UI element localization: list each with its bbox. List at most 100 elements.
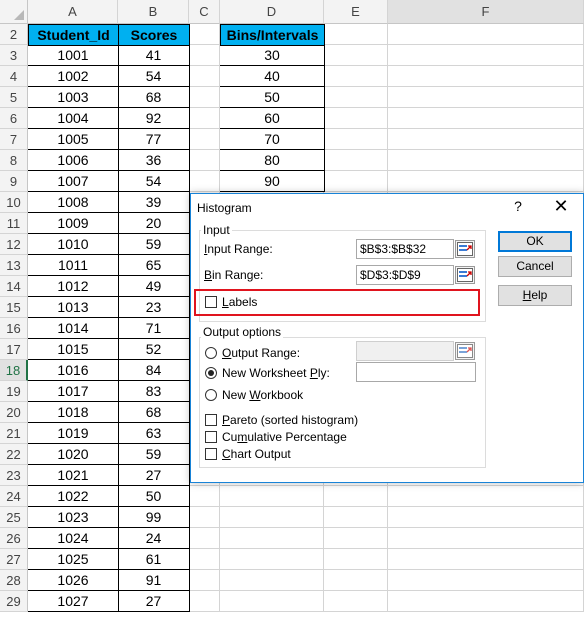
row-header[interactable]: 11	[0, 213, 28, 234]
student-id-cell[interactable]: 1025	[28, 549, 119, 570]
student-id-cell[interactable]: 1013	[28, 297, 119, 318]
student-id-cell[interactable]: 1027	[28, 591, 119, 612]
student-id-cell[interactable]: 1022	[28, 486, 119, 507]
row-header[interactable]: 20	[0, 402, 28, 423]
row-header[interactable]: 24	[0, 486, 28, 507]
header-bins-intervals[interactable]: Bins/Intervals	[220, 24, 325, 46]
empty-cell[interactable]	[189, 108, 220, 129]
student-id-cell[interactable]: 1018	[28, 402, 119, 423]
column-header-b[interactable]: B	[118, 0, 189, 24]
empty-cell[interactable]	[324, 528, 388, 549]
student-id-cell[interactable]: 1019	[28, 423, 119, 444]
score-cell[interactable]: 68	[118, 402, 190, 423]
empty-cell[interactable]	[189, 66, 220, 87]
header-student-id[interactable]: Student_Id	[28, 24, 119, 46]
new-worksheet-ply-radio[interactable]	[205, 367, 217, 379]
row-header[interactable]: 29	[0, 591, 28, 612]
empty-cell[interactable]	[324, 171, 388, 192]
score-cell[interactable]: 52	[118, 339, 190, 360]
empty-cell[interactable]	[220, 486, 324, 507]
student-id-cell[interactable]: 1004	[28, 108, 119, 129]
empty-cell[interactable]	[189, 150, 220, 171]
score-cell[interactable]: 92	[118, 108, 190, 129]
score-cell[interactable]: 99	[118, 507, 190, 528]
student-id-cell[interactable]: 1014	[28, 318, 119, 339]
row-header[interactable]: 4	[0, 66, 28, 87]
score-cell[interactable]: 54	[118, 171, 190, 192]
empty-cell[interactable]	[324, 45, 388, 66]
score-cell[interactable]: 65	[118, 255, 190, 276]
row-header[interactable]: 28	[0, 570, 28, 591]
empty-cell[interactable]	[324, 507, 388, 528]
row-header[interactable]: 25	[0, 507, 28, 528]
empty-cell[interactable]	[189, 45, 220, 66]
row-header[interactable]: 14	[0, 276, 28, 297]
empty-cell[interactable]	[189, 507, 220, 528]
score-cell[interactable]: 71	[118, 318, 190, 339]
empty-cell[interactable]	[388, 150, 584, 171]
student-id-cell[interactable]: 1005	[28, 129, 119, 150]
row-header[interactable]: 5	[0, 87, 28, 108]
student-id-cell[interactable]: 1020	[28, 444, 119, 465]
new-workbook-radio[interactable]	[205, 389, 217, 401]
bin-cell[interactable]: 40	[220, 66, 325, 87]
cancel-button[interactable]: Cancel	[498, 256, 572, 277]
empty-cell[interactable]	[324, 87, 388, 108]
empty-cell[interactable]	[388, 24, 584, 45]
help-question-icon[interactable]: ?	[511, 198, 525, 214]
empty-cell[interactable]	[388, 108, 584, 129]
row-header[interactable]: 23	[0, 465, 28, 486]
row-header[interactable]: 19	[0, 381, 28, 402]
student-id-cell[interactable]: 1015	[28, 339, 119, 360]
row-header[interactable]: 26	[0, 528, 28, 549]
student-id-cell[interactable]: 1009	[28, 213, 119, 234]
empty-cell[interactable]	[189, 24, 220, 45]
row-header[interactable]: 16	[0, 318, 28, 339]
empty-cell[interactable]	[388, 171, 584, 192]
empty-cell[interactable]	[189, 528, 220, 549]
empty-cell[interactable]	[388, 129, 584, 150]
column-header-e[interactable]: E	[324, 0, 388, 24]
empty-cell[interactable]	[388, 45, 584, 66]
bin-cell[interactable]: 60	[220, 108, 325, 129]
row-header[interactable]: 2	[0, 24, 28, 45]
empty-cell[interactable]	[324, 150, 388, 171]
row-header[interactable]: 3	[0, 45, 28, 66]
score-cell[interactable]: 84	[118, 360, 190, 381]
empty-cell[interactable]	[189, 87, 220, 108]
empty-cell[interactable]	[220, 507, 324, 528]
student-id-cell[interactable]: 1001	[28, 45, 119, 66]
empty-cell[interactable]	[388, 591, 584, 612]
column-header-a[interactable]: A	[28, 0, 118, 24]
pareto-checkbox[interactable]	[205, 414, 217, 426]
row-header[interactable]: 10	[0, 192, 28, 213]
empty-cell[interactable]	[388, 570, 584, 591]
student-id-cell[interactable]: 1024	[28, 528, 119, 549]
input-range-collapse-icon[interactable]	[455, 240, 475, 258]
select-all-corner[interactable]	[0, 0, 28, 24]
score-cell[interactable]: 24	[118, 528, 190, 549]
empty-cell[interactable]	[324, 549, 388, 570]
student-id-cell[interactable]: 1026	[28, 570, 119, 591]
close-icon[interactable]: ✕	[551, 196, 571, 217]
row-header[interactable]: 8	[0, 150, 28, 171]
bin-range-collapse-icon[interactable]	[455, 266, 475, 284]
ok-button[interactable]: OK	[498, 231, 572, 252]
help-button[interactable]: Help	[498, 285, 572, 306]
score-cell[interactable]: 63	[118, 423, 190, 444]
score-cell[interactable]: 27	[118, 465, 190, 486]
score-cell[interactable]: 83	[118, 381, 190, 402]
empty-cell[interactable]	[324, 24, 388, 45]
empty-cell[interactable]	[189, 486, 220, 507]
row-header[interactable]: 9	[0, 171, 28, 192]
cumulative-percentage-checkbox[interactable]	[205, 431, 217, 443]
student-id-cell[interactable]: 1017	[28, 381, 119, 402]
bin-cell[interactable]: 30	[220, 45, 325, 66]
empty-cell[interactable]	[189, 570, 220, 591]
empty-cell[interactable]	[189, 129, 220, 150]
row-header[interactable]: 22	[0, 444, 28, 465]
chart-output-checkbox[interactable]	[205, 448, 217, 460]
score-cell[interactable]: 68	[118, 87, 190, 108]
student-id-cell[interactable]: 1021	[28, 465, 119, 486]
student-id-cell[interactable]: 1007	[28, 171, 119, 192]
